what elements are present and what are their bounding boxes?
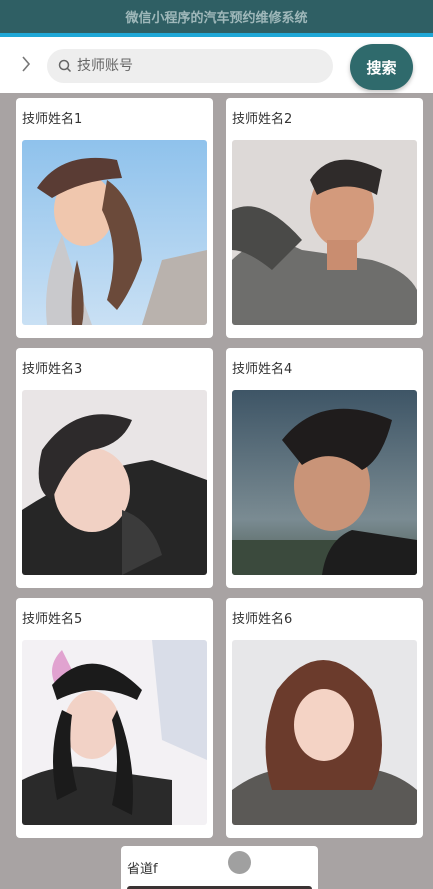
technician-name: 技师姓名4	[232, 362, 293, 377]
technician-name: 技师姓名2	[232, 112, 293, 127]
technician-photo[interactable]	[232, 390, 417, 575]
floating-scroll-dot[interactable]	[228, 851, 251, 874]
search-button[interactable]: 搜索	[350, 44, 413, 90]
search-input[interactable]	[77, 51, 317, 81]
technician-name: 技师姓名5	[22, 612, 83, 627]
technician-card[interactable]: 技师姓名5	[16, 598, 213, 838]
app-title: 微信小程序的汽车预约维修系统	[0, 0, 433, 33]
search-field[interactable]	[47, 49, 333, 83]
technician-photo[interactable]	[22, 640, 207, 825]
technician-card[interactable]: 技师姓名3	[16, 348, 213, 588]
technician-card[interactable]: 省道f	[121, 846, 318, 889]
technician-photo[interactable]	[232, 640, 417, 825]
technician-name: 技师姓名1	[22, 112, 83, 127]
chevron-right-icon[interactable]	[18, 53, 34, 75]
technician-photo[interactable]	[22, 140, 207, 325]
technician-photo[interactable]	[232, 140, 417, 325]
search-icon	[57, 58, 73, 74]
technician-card[interactable]: 技师姓名2	[226, 98, 423, 338]
technician-card[interactable]: 技师姓名1	[16, 98, 213, 338]
technician-name: 省道f	[127, 862, 158, 877]
technician-card[interactable]: 技师姓名6	[226, 598, 423, 838]
search-bar: 搜索	[0, 37, 433, 93]
technician-card[interactable]: 技师姓名4	[226, 348, 423, 588]
technician-photo[interactable]	[22, 390, 207, 575]
technician-name: 技师姓名6	[232, 612, 293, 627]
technician-name: 技师姓名3	[22, 362, 83, 377]
